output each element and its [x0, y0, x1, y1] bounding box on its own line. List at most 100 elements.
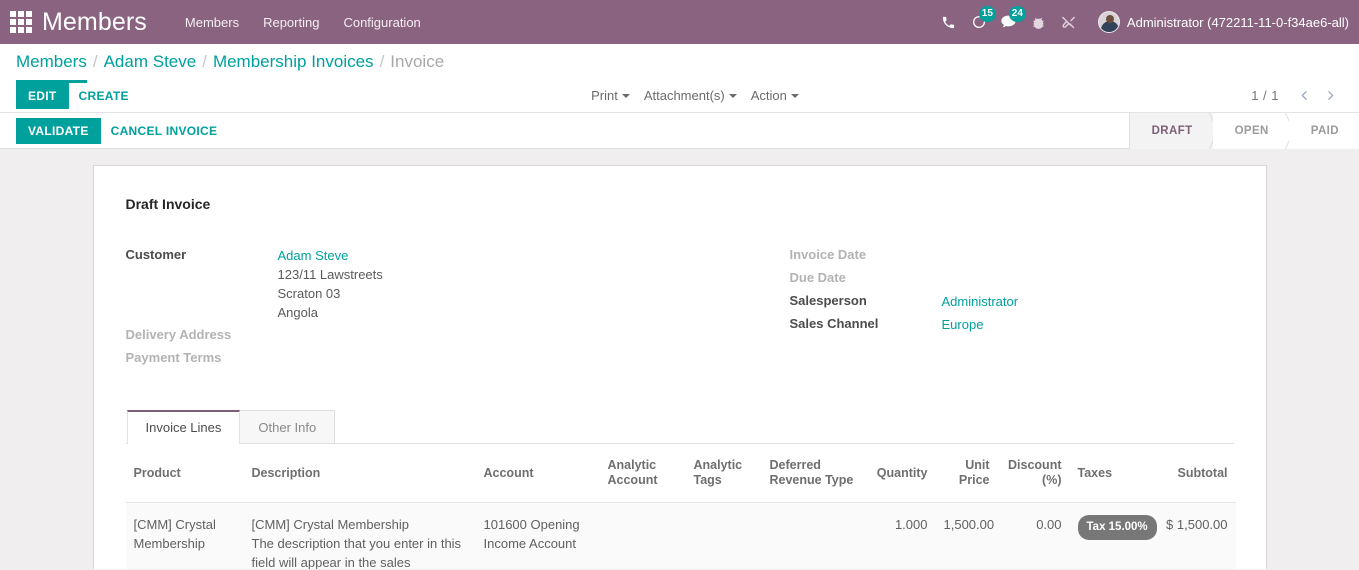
system-icons: 15 24 — [934, 6, 1084, 37]
developer-tools-icon[interactable] — [1054, 7, 1084, 37]
sales-channel-link[interactable]: Europe — [942, 317, 984, 332]
column-header-subtotal: Subtotal — [1151, 444, 1236, 503]
sheet-container: Draft Invoice Customer Adam Steve 123/11… — [0, 149, 1359, 569]
form-column-right: Invoice Date Due Date Salesperson Admini… — [680, 246, 1234, 372]
cell-deferred-revenue-type — [761, 502, 862, 569]
pager: 1 / 1 — [1251, 83, 1343, 109]
cell-quantity: 1.000 — [861, 502, 936, 569]
user-name-label: Administrator (472211-11-0-f34ae6-all) — [1126, 14, 1349, 30]
validate-button[interactable]: VALIDATE — [16, 117, 101, 144]
chevron-right-icon[interactable] — [1317, 83, 1343, 109]
main-menu: Members Reporting Configuration — [173, 9, 433, 36]
status-paid[interactable]: PAID — [1288, 112, 1359, 149]
payment-terms-label: Payment Terms — [125, 350, 222, 365]
cancel-invoice-button[interactable]: CANCEL INVOICE — [101, 118, 228, 144]
cell-analytic-tags — [685, 502, 762, 569]
breadcrumb-item-invoice: Invoice — [390, 51, 445, 71]
column-header-unit-price: Unit Price — [935, 444, 998, 503]
tab-invoice-lines[interactable]: Invoice Lines — [126, 410, 241, 444]
status-badge: Tax 15.00% — [1077, 515, 1157, 540]
field-sales-channel: Sales Channel Europe — [790, 315, 1234, 338]
menu-item-configuration[interactable]: Configuration — [331, 9, 432, 36]
attachments-dropdown[interactable]: Attachment(s) — [644, 88, 737, 103]
customer-value: Adam Steve 123/11 Lawstreets Scraton 03 … — [278, 246, 383, 322]
sales-channel-value: Europe — [942, 315, 984, 334]
page-title: Draft Invoice — [125, 196, 211, 212]
apps-grid-icon[interactable] — [8, 9, 34, 35]
breadcrumb: Members / Adam Steve / Membership Invoic… — [0, 44, 1359, 83]
invoice-lines-header: Product Description Account Analytic Acc… — [125, 444, 1236, 503]
column-header-description: Description — [243, 444, 476, 503]
tab-other-info[interactable]: Other Info — [239, 410, 336, 443]
field-salesperson: Salesperson Administrator — [790, 292, 1234, 315]
print-dropdown-label: Print — [591, 88, 618, 103]
action-status-bar: VALIDATE CANCEL INVOICE DRAFT OPEN PAID — [0, 112, 1359, 149]
menu-item-reporting[interactable]: Reporting — [251, 9, 331, 36]
column-header-deferred-revenue-type: Deferred Revenue Type — [761, 444, 862, 503]
salesperson-link[interactable]: Administrator — [942, 294, 1019, 309]
salesperson-label: Salesperson — [789, 293, 867, 308]
breadcrumb-separator: / — [92, 51, 98, 71]
field-payment-terms: Payment Terms — [126, 349, 680, 372]
cell-taxes: Tax 15.00% — [1069, 502, 1157, 569]
cell-discount: 0.00 — [997, 502, 1070, 569]
action-dropdown-label: Action — [750, 88, 787, 103]
sales-channel-label: Sales Channel — [789, 316, 879, 331]
due-date-label: Due Date — [789, 270, 846, 285]
salesperson-value: Administrator — [942, 292, 1019, 311]
customer-link[interactable]: Adam Steve — [278, 248, 349, 263]
status-open[interactable]: OPEN — [1212, 112, 1289, 149]
column-header-discount: Discount (%) — [997, 444, 1070, 503]
chevron-down-icon — [790, 94, 799, 98]
column-header-taxes: Taxes — [1069, 444, 1152, 503]
status-bar: DRAFT OPEN PAID — [1128, 112, 1359, 149]
notebook-tabs: Invoice Lines Other Info — [125, 410, 1234, 444]
chevron-left-icon[interactable] — [1291, 83, 1317, 109]
bug-icon[interactable] — [1024, 7, 1054, 37]
app-brand-title[interactable]: Members — [42, 8, 147, 37]
description-line-3: field will appear in the sales quatation — [251, 555, 411, 569]
field-delivery-address: Delivery Address — [126, 326, 680, 349]
cell-subtotal: $ 1,500.00 — [1151, 502, 1236, 569]
cell-description: [CMM] Crystal Membership The description… — [243, 502, 476, 569]
menu-item-members[interactable]: Members — [173, 9, 251, 36]
customer-address-line-3: Angola — [277, 305, 318, 320]
field-customer: Customer Adam Steve 123/11 Lawstreets Sc… — [126, 246, 680, 322]
cell-analytic-account — [599, 502, 686, 569]
breadcrumb-item-members[interactable]: Members — [16, 52, 87, 83]
cell-account: 101600 Opening Income Account — [475, 502, 600, 569]
activity-clock-icon[interactable]: 15 — [964, 6, 996, 37]
phone-icon[interactable] — [934, 7, 964, 37]
action-dropdown[interactable]: Action — [751, 88, 799, 103]
form-columns: Customer Adam Steve 123/11 Lawstreets Sc… — [126, 246, 1234, 372]
pager-counter: 1 / 1 — [1251, 88, 1279, 103]
field-invoice-date: Invoice Date — [790, 246, 1234, 269]
control-panel-dropdowns: Print Attachment(s) Action — [139, 88, 1251, 103]
status-draft[interactable]: DRAFT — [1129, 112, 1213, 149]
attachments-dropdown-label: Attachment(s) — [643, 88, 725, 103]
table-row[interactable]: [CMM] Crystal Membership [CMM] Crystal M… — [125, 502, 1236, 569]
action-buttons: VALIDATE CANCEL INVOICE — [0, 117, 228, 144]
user-menu[interactable]: Administrator (472211-11-0-f34ae6-all) — [1097, 11, 1349, 33]
breadcrumb-item-adam-steve[interactable]: Adam Steve — [104, 52, 197, 72]
chevron-down-icon — [728, 94, 737, 98]
customer-address-line-2: Scraton 03 — [277, 286, 341, 301]
column-header-account: Account — [475, 444, 600, 503]
form-column-left: Customer Adam Steve 123/11 Lawstreets Sc… — [126, 246, 680, 372]
top-navbar: Members Members Reporting Configuration … — [0, 0, 1359, 44]
table-header-row: Product Description Account Analytic Acc… — [125, 444, 1236, 503]
breadcrumb-item-membership-invoices[interactable]: Membership Invoices — [213, 52, 374, 72]
description-line-2: The description that you enter in this — [251, 536, 462, 551]
avatar — [1097, 11, 1120, 33]
edit-button[interactable]: EDIT — [16, 82, 69, 109]
print-dropdown[interactable]: Print — [591, 88, 630, 103]
delivery-address-label: Delivery Address — [125, 327, 232, 342]
customer-label: Customer — [125, 247, 187, 262]
create-button[interactable]: CREATE — [69, 83, 139, 109]
column-header-analytic-account: Analytic Account — [599, 444, 686, 503]
control-panel: EDIT CREATE Print Attachment(s) Action 1… — [0, 79, 1359, 113]
messages-icon[interactable]: 24 — [994, 6, 1026, 37]
invoice-lines-body: [CMM] Crystal Membership [CMM] Crystal M… — [125, 502, 1236, 569]
cell-product: [CMM] Crystal Membership — [125, 502, 244, 569]
chevron-down-icon — [621, 94, 630, 98]
